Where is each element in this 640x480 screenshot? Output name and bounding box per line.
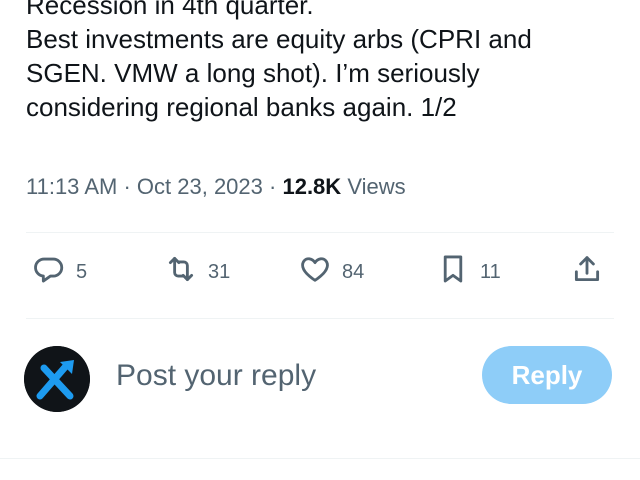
tweet-date[interactable]: Oct 23, 2023 — [137, 174, 263, 199]
tweet-text-line: Recession in 4th quarter. — [26, 0, 314, 20]
views-count: 12.8K — [282, 174, 342, 199]
share-icon — [570, 252, 604, 292]
meta-separator: · — [123, 174, 131, 199]
tweet-meta: 11:13 AM · Oct 23, 2023 · 12.8K Views — [26, 172, 406, 202]
reply-input[interactable]: Post your reply — [116, 356, 316, 396]
bookmark-count: 11 — [480, 260, 501, 283]
meta-separator: · — [269, 174, 277, 199]
tweet-text-line: SGEN. VMW a long shot). I’m seriously — [26, 58, 480, 88]
like-count: 84 — [342, 260, 365, 283]
like-action-button[interactable]: 84 — [298, 250, 364, 294]
divider — [26, 318, 614, 319]
reply-composer: Post your reply Reply — [24, 346, 616, 412]
retweet-action-button[interactable]: 31 — [164, 250, 230, 294]
views-label: Views — [347, 174, 406, 199]
reply-count: 5 — [76, 260, 88, 283]
reply-action-button[interactable]: 5 — [32, 250, 87, 294]
heart-icon — [298, 252, 332, 292]
tweet-text: Recession in 4th quarter. Best investmen… — [26, 0, 626, 124]
tweet-detail-page: Recession in 4th quarter. Best investmen… — [0, 0, 640, 480]
avatar-logo — [24, 346, 90, 412]
reply-button[interactable]: Reply — [482, 346, 612, 404]
bookmark-icon — [436, 252, 470, 292]
avatar[interactable] — [24, 346, 90, 412]
bookmark-action-button[interactable]: 11 — [436, 250, 501, 294]
divider — [26, 232, 614, 233]
tweet-text-line: Best investments are equity arbs (CPRI a… — [26, 24, 532, 54]
divider — [0, 458, 640, 459]
share-action-button[interactable] — [570, 250, 604, 294]
retweet-icon — [164, 252, 198, 292]
tweet-text-line: considering regional banks again. 1/2 — [26, 92, 457, 122]
retweet-count: 31 — [208, 260, 231, 283]
tweet-actions: 5 31 84 11 — [26, 250, 616, 294]
tweet-time[interactable]: 11:13 AM — [26, 174, 117, 199]
reply-icon — [32, 252, 66, 292]
